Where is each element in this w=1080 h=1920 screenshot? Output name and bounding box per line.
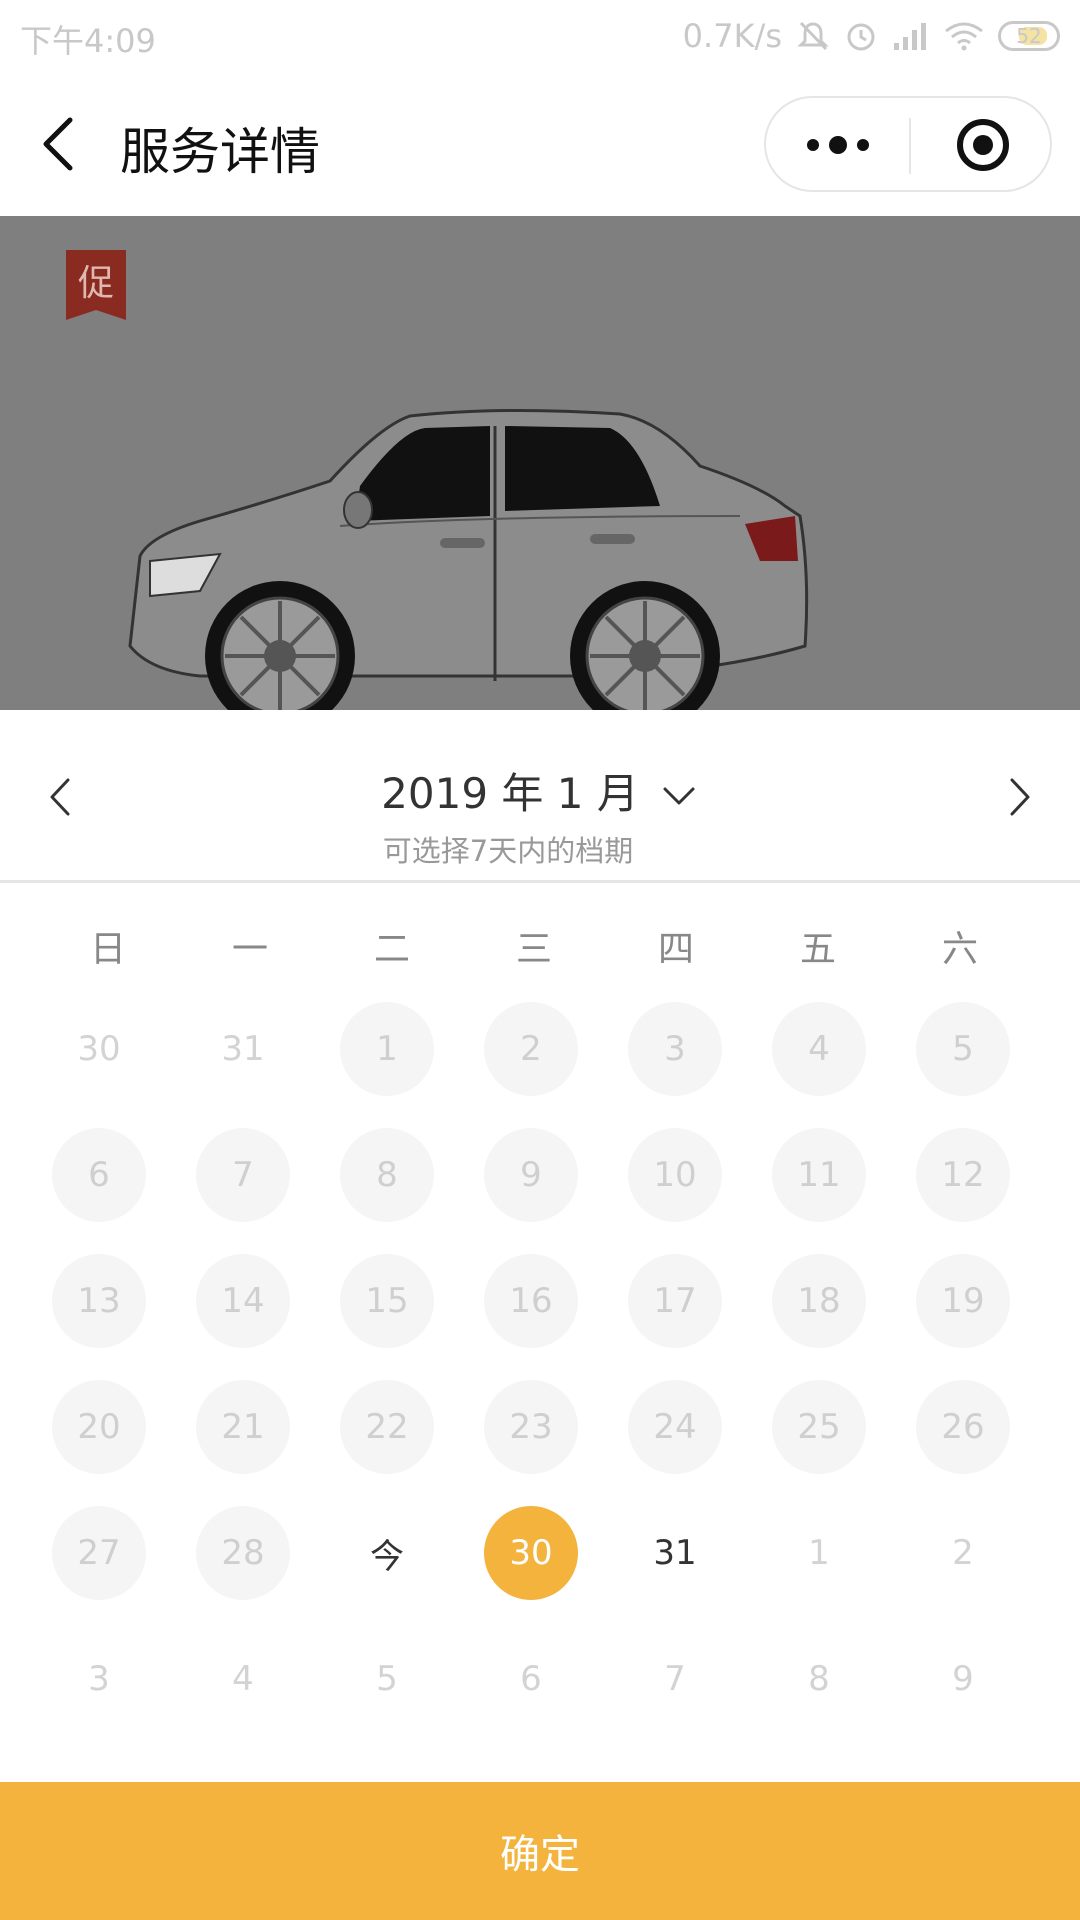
calendar-header: 2019 年 1 月 可选择7天内的档期	[0, 710, 1080, 883]
date-cell[interactable]: 11	[772, 1128, 866, 1222]
date-cell[interactable]: 26	[916, 1380, 1010, 1474]
date-cell[interactable]: 8	[772, 1632, 866, 1726]
date-cell[interactable]: 7	[628, 1632, 722, 1726]
date-cell[interactable]: 20	[52, 1380, 146, 1474]
date-cell[interactable]: 15	[340, 1254, 434, 1348]
page-title: 服务详情	[120, 123, 320, 181]
date-cell[interactable]: 7	[196, 1128, 290, 1222]
weekday-label: 三	[515, 929, 552, 970]
date-cell[interactable]: 2	[484, 1002, 578, 1096]
chevron-right-icon	[1010, 778, 1030, 816]
date-cell[interactable]: 30	[52, 1002, 146, 1096]
date-cell[interactable]: 6	[484, 1632, 578, 1726]
date-cell[interactable]: 25	[772, 1380, 866, 1474]
weekday-label: 一	[231, 929, 268, 970]
date-cell[interactable]: 31	[628, 1506, 722, 1600]
date-cell[interactable]: 18	[772, 1254, 866, 1348]
close-mini-program-button[interactable]	[911, 98, 1054, 194]
date-cell[interactable]: 10	[628, 1128, 722, 1222]
date-cell[interactable]: 5	[916, 1002, 1010, 1096]
more-dots-icon	[807, 136, 869, 154]
date-cell[interactable]: 2	[916, 1506, 1010, 1600]
service-banner: 促	[0, 216, 1080, 710]
back-button[interactable]	[30, 112, 90, 176]
weekday-label: 四	[657, 929, 694, 970]
confirm-button[interactable]: 确定	[0, 1782, 1080, 1920]
mute-icon	[797, 21, 829, 51]
date-cell[interactable]: 4	[196, 1632, 290, 1726]
date-cell[interactable]: 22	[340, 1380, 434, 1474]
date-cell[interactable]: 1	[340, 1002, 434, 1096]
battery-icon: 52	[998, 21, 1060, 51]
wifi-icon	[945, 22, 983, 51]
date-cell[interactable]: 3	[628, 1002, 722, 1096]
weekday-label: 六	[941, 929, 978, 970]
date-cell[interactable]: 16	[484, 1254, 578, 1348]
date-cell[interactable]: 8	[340, 1128, 434, 1222]
date-cell[interactable]: 今	[340, 1506, 434, 1600]
weekday-row: 日 一 二 三 四 五 六	[42, 920, 1038, 980]
date-cell[interactable]: 23	[484, 1380, 578, 1474]
date-cell[interactable]: 21	[196, 1380, 290, 1474]
date-cell[interactable]: 9	[916, 1632, 1010, 1726]
battery-level: 52	[1016, 24, 1042, 48]
month-title: 2019 年 1 月	[381, 769, 639, 818]
date-cell[interactable]: 6	[52, 1128, 146, 1222]
signal-icon	[894, 23, 926, 50]
network-speed: 0.7K/s	[682, 17, 782, 55]
chevron-down-icon	[659, 772, 699, 821]
date-cell[interactable]: 12	[916, 1128, 1010, 1222]
status-icons: 0.7K/s 52	[683, 14, 1060, 58]
date-cell[interactable]: 19	[916, 1254, 1010, 1348]
date-cell[interactable]: 17	[628, 1254, 722, 1348]
alarm-icon	[847, 23, 875, 51]
date-cell[interactable]: 13	[52, 1254, 146, 1348]
date-cell[interactable]: 9	[484, 1128, 578, 1222]
nav-bar: 服务详情	[0, 72, 1080, 216]
selected-date[interactable]: 30	[484, 1506, 578, 1600]
date-cell[interactable]: 24	[628, 1380, 722, 1474]
more-button[interactable]	[766, 98, 909, 194]
next-month-button[interactable]	[1000, 772, 1040, 822]
target-icon	[957, 119, 1009, 171]
date-cell[interactable]: 5	[340, 1632, 434, 1726]
date-cell[interactable]: 27	[52, 1506, 146, 1600]
status-time: 下午4:09	[20, 22, 156, 60]
calendar-subtitle: 可选择7天内的档期	[382, 834, 634, 868]
date-cell[interactable]: 14	[196, 1254, 290, 1348]
date-cell[interactable]: 1	[772, 1506, 866, 1600]
weekday-label: 二	[373, 929, 410, 970]
date-cell[interactable]: 28	[196, 1506, 290, 1600]
weekday-label: 五	[799, 929, 836, 970]
status-bar: 下午4:09 0.7K/s 52	[0, 0, 1080, 72]
mini-program-capsule	[764, 96, 1052, 192]
weekday-label: 日	[89, 929, 126, 970]
chevron-left-icon	[43, 117, 73, 171]
car-illustration	[128, 408, 809, 710]
date-cell[interactable]: 4	[772, 1002, 866, 1096]
date-cell[interactable]: 3	[52, 1632, 146, 1726]
date-cell[interactable]: 31	[196, 1002, 290, 1096]
month-selector[interactable]: 2019 年 1 月	[0, 760, 1080, 821]
